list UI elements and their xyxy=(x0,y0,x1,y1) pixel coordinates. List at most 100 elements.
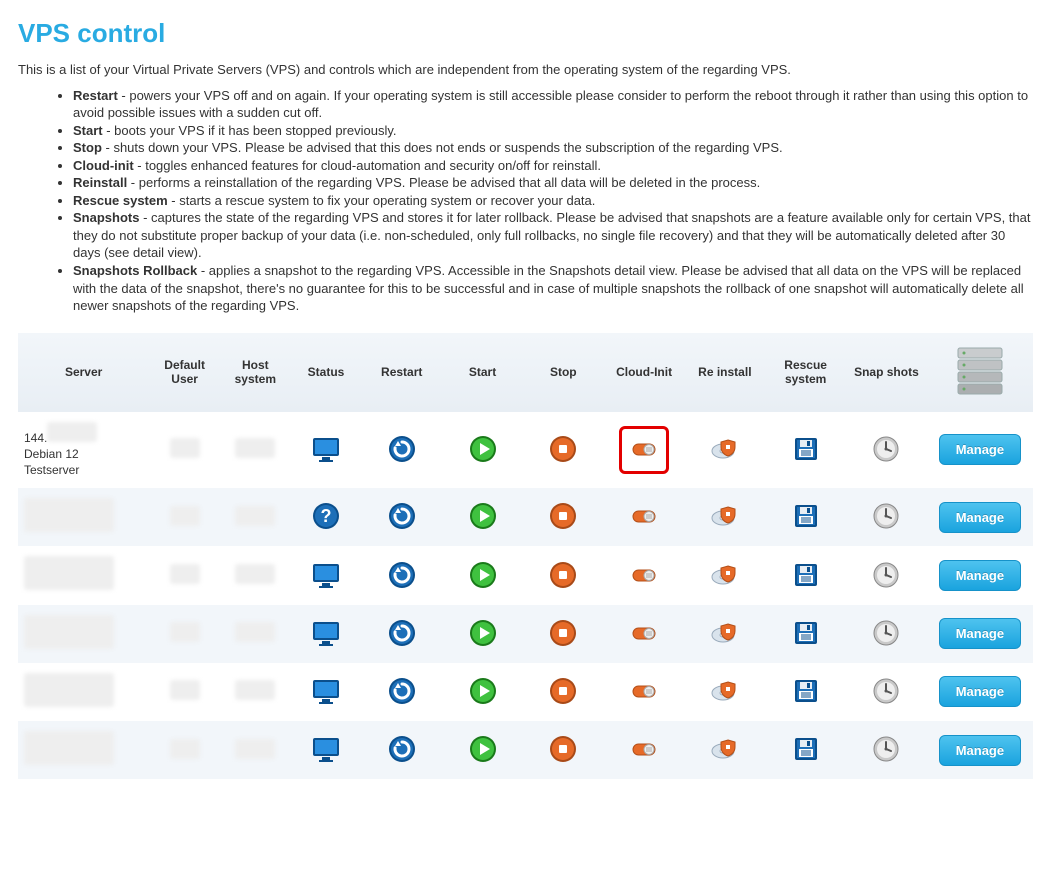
reinstall-icon[interactable] xyxy=(709,433,741,465)
status-cell xyxy=(291,605,362,663)
rescue-cell xyxy=(765,412,846,489)
reinstall-icon[interactable] xyxy=(709,617,741,649)
rescue-icon[interactable] xyxy=(790,433,822,465)
cloud-init-toggle-icon[interactable] xyxy=(628,617,660,649)
col-host-system: Host system xyxy=(220,333,291,412)
reinstall-cell xyxy=(684,412,765,489)
rescue-icon[interactable] xyxy=(790,559,822,591)
rescue-cell xyxy=(765,663,846,721)
reinstall-cell xyxy=(684,488,765,546)
default-user-cell xyxy=(149,546,220,604)
info-desc: - boots your VPS if it has been stopped … xyxy=(103,123,397,138)
stop-cell xyxy=(523,488,604,546)
reinstall-cell xyxy=(684,663,765,721)
manage-cell: Manage xyxy=(927,721,1033,779)
manage-button[interactable]: Manage xyxy=(939,618,1021,649)
table-row: Manage xyxy=(18,663,1033,721)
start-icon[interactable] xyxy=(467,675,499,707)
snapshots-cell xyxy=(846,546,927,604)
rescue-icon[interactable] xyxy=(790,500,822,532)
rescue-icon[interactable] xyxy=(790,617,822,649)
cloud-init-toggle-icon[interactable] xyxy=(628,433,660,465)
snapshot-icon[interactable] xyxy=(870,433,902,465)
col-rescue: Rescue system xyxy=(765,333,846,412)
cloud-init-cell xyxy=(604,546,685,604)
table-row: Manage xyxy=(18,546,1033,604)
col-default-user: Default User xyxy=(149,333,220,412)
restart-icon[interactable] xyxy=(386,559,418,591)
stop-icon[interactable] xyxy=(547,733,579,765)
stop-icon[interactable] xyxy=(547,559,579,591)
info-label: Start xyxy=(73,123,103,138)
restart-icon[interactable] xyxy=(386,433,418,465)
cloud-init-toggle-icon[interactable] xyxy=(628,675,660,707)
snapshot-icon[interactable] xyxy=(870,733,902,765)
host-system-cell xyxy=(220,663,291,721)
start-icon[interactable] xyxy=(467,733,499,765)
restart-icon[interactable] xyxy=(386,675,418,707)
rescue-icon[interactable] xyxy=(790,675,822,707)
manage-cell: Manage xyxy=(927,546,1033,604)
manage-button[interactable]: Manage xyxy=(939,735,1021,766)
manage-button[interactable]: Manage xyxy=(939,434,1021,465)
table-row: Manage xyxy=(18,605,1033,663)
restart-icon[interactable] xyxy=(386,500,418,532)
restart-icon[interactable] xyxy=(386,733,418,765)
rescue-icon[interactable] xyxy=(790,733,822,765)
snapshots-cell xyxy=(846,605,927,663)
cloud-init-highlight xyxy=(619,426,669,474)
status-cell xyxy=(291,546,362,604)
snapshots-cell xyxy=(846,412,927,489)
restart-icon[interactable] xyxy=(386,617,418,649)
restart-cell xyxy=(361,412,442,489)
start-icon[interactable] xyxy=(467,617,499,649)
cloud-init-toggle-icon[interactable] xyxy=(628,733,660,765)
server-ip: 144. xyxy=(24,431,47,445)
host-system-cell xyxy=(220,488,291,546)
info-label: Restart xyxy=(73,88,118,103)
manage-button[interactable]: Manage xyxy=(939,676,1021,707)
status-cell xyxy=(291,663,362,721)
reinstall-icon[interactable] xyxy=(709,733,741,765)
page-title: VPS control xyxy=(18,18,1033,49)
server-name: Testserver xyxy=(24,463,79,477)
reinstall-icon[interactable] xyxy=(709,675,741,707)
start-cell xyxy=(442,605,523,663)
server-cell xyxy=(18,546,149,604)
stop-icon[interactable] xyxy=(547,500,579,532)
manage-cell: Manage xyxy=(927,488,1033,546)
stop-cell xyxy=(523,605,604,663)
table-row: Manage xyxy=(18,721,1033,779)
start-cell xyxy=(442,412,523,489)
manage-button[interactable]: Manage xyxy=(939,560,1021,591)
col-manage xyxy=(927,333,1033,412)
start-icon[interactable] xyxy=(467,500,499,532)
default-user-cell xyxy=(149,663,220,721)
server-cell: 144.Debian 12Testserver xyxy=(18,412,149,489)
cloud-init-toggle-icon[interactable] xyxy=(628,559,660,591)
reinstall-icon[interactable] xyxy=(709,559,741,591)
stop-icon[interactable] xyxy=(547,433,579,465)
snapshot-icon[interactable] xyxy=(870,617,902,649)
start-icon[interactable] xyxy=(467,559,499,591)
manage-button[interactable]: Manage xyxy=(939,502,1021,533)
server-cell xyxy=(18,605,149,663)
info-desc: - shuts down your VPS. Please be advised… xyxy=(102,140,783,155)
default-user-cell xyxy=(149,605,220,663)
cloud-init-toggle-icon[interactable] xyxy=(628,500,660,532)
host-system-cell xyxy=(220,605,291,663)
snapshot-icon[interactable] xyxy=(870,675,902,707)
stop-icon[interactable] xyxy=(547,675,579,707)
snapshot-icon[interactable] xyxy=(870,559,902,591)
intro-text: This is a list of your Virtual Private S… xyxy=(18,61,1033,79)
cloud-init-cell xyxy=(604,488,685,546)
reinstall-icon[interactable] xyxy=(709,500,741,532)
reinstall-cell xyxy=(684,546,765,604)
start-icon[interactable] xyxy=(467,433,499,465)
snapshot-icon[interactable] xyxy=(870,500,902,532)
start-cell xyxy=(442,721,523,779)
stop-icon[interactable] xyxy=(547,617,579,649)
server-stack-icon xyxy=(956,345,1004,397)
manage-cell: Manage xyxy=(927,605,1033,663)
info-label: Rescue system xyxy=(73,193,168,208)
